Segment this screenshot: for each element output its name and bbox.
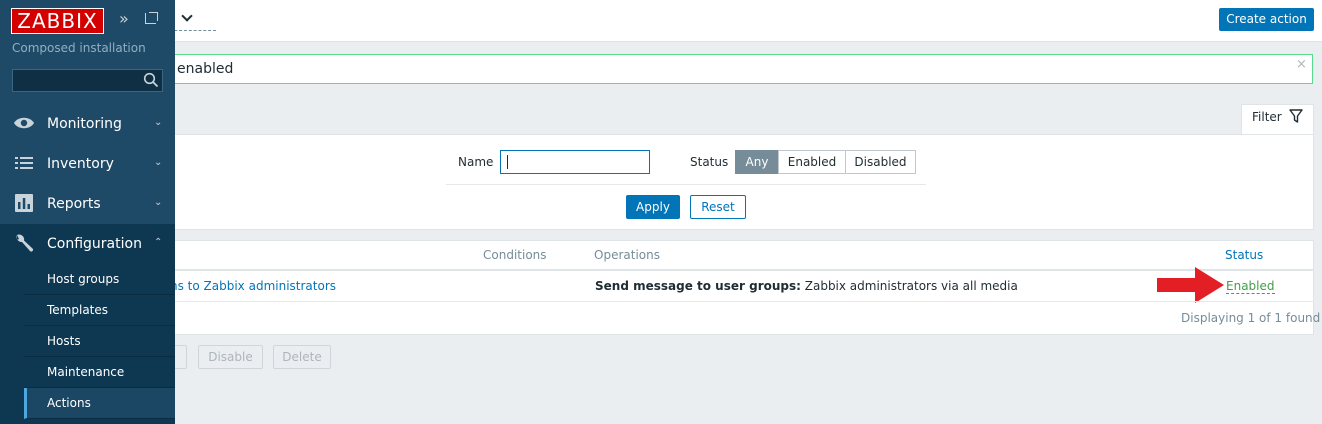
- status-option-enabled[interactable]: Enabled: [778, 150, 846, 174]
- submenu-item-actions[interactable]: Actions: [24, 388, 175, 419]
- red-arrow-annotation: [1157, 267, 1224, 303]
- filter-name-label: Name: [458, 155, 494, 169]
- chevron-down-icon: [181, 9, 193, 22]
- sidebar-item-inventory[interactable]: Inventory ⌄: [0, 144, 175, 184]
- sidebar-item-reports[interactable]: Reports ⌄: [0, 184, 175, 224]
- create-action-button[interactable]: Create action: [1219, 8, 1314, 31]
- sidebar-item-label: Inventory: [47, 156, 114, 172]
- operations-type: Send message to user groups:: [595, 279, 801, 293]
- server-name: Composed installation: [12, 41, 146, 55]
- submenu-item-host-groups[interactable]: Host groups: [24, 264, 175, 295]
- filter-divider: [446, 184, 926, 185]
- paging-info: Displaying 1 of 1 found: [1181, 311, 1321, 325]
- text-cursor: [507, 155, 508, 169]
- sidebar-item-label: Reports: [47, 196, 101, 212]
- operations-detail: Zabbix administrators via all media: [800, 279, 1018, 293]
- list-icon: [15, 157, 33, 169]
- apply-button[interactable]: Apply: [626, 195, 680, 219]
- kiosk-mode-icon[interactable]: [145, 12, 158, 24]
- submenu-item-label: Host groups: [47, 272, 120, 286]
- table-row-divider: [150, 301, 1314, 302]
- filter-icon[interactable]: [1289, 109, 1303, 123]
- submenu-item-hosts[interactable]: Hosts: [24, 326, 175, 357]
- reset-button[interactable]: Reset: [690, 195, 746, 219]
- chevron-up-icon: ⌃: [154, 237, 163, 248]
- sidebar-item-configuration[interactable]: Configuration ⌃: [0, 224, 175, 264]
- submenu-item-label: Maintenance: [47, 365, 125, 379]
- configuration-submenu: Host groups Templates Hosts Maintenance …: [24, 264, 175, 424]
- chevron-down-icon: ⌄: [154, 117, 163, 128]
- close-icon[interactable]: ×: [1296, 57, 1307, 72]
- submenu-item-label: Actions: [47, 396, 91, 410]
- filter-name-input[interactable]: [500, 150, 650, 174]
- chevron-down-icon: ⌄: [154, 157, 163, 168]
- tab-filter-label: Filter: [1252, 110, 1282, 124]
- delete-button[interactable]: Delete: [273, 345, 331, 369]
- disable-button[interactable]: Disable: [198, 345, 263, 369]
- sidebar-item-label: Configuration: [47, 236, 142, 252]
- submenu-item-templates[interactable]: Templates: [24, 295, 175, 326]
- wrench-icon: [16, 234, 34, 252]
- top-bar: [0, 0, 1322, 42]
- submenu-item-label: Hosts: [47, 334, 81, 348]
- column-header-conditions: Conditions: [483, 248, 547, 262]
- zabbix-logo[interactable]: ZABBIX: [12, 9, 103, 33]
- bar-chart-icon: [15, 194, 33, 212]
- sidebar-search-input[interactable]: [12, 69, 163, 92]
- status-option-any[interactable]: Any: [735, 150, 779, 174]
- search-icon[interactable]: [143, 72, 159, 88]
- status-toggle-link[interactable]: Enabled: [1226, 279, 1275, 294]
- collapse-sidebar-icon[interactable]: »: [119, 9, 129, 28]
- operations-cell: Send message to user groups: Zabbix admi…: [595, 279, 1018, 293]
- sidebar-item-label: Monitoring: [47, 116, 122, 132]
- column-header-status[interactable]: Status: [1225, 248, 1263, 262]
- status-option-disabled[interactable]: Disabled: [845, 150, 916, 174]
- column-header-operations: Operations: [594, 248, 660, 262]
- eye-icon: [14, 117, 34, 129]
- table-header-divider: [150, 269, 1314, 271]
- chevron-down-icon: ⌄: [154, 197, 163, 208]
- sidebar: ZABBIX » Composed installation Monitorin…: [0, 0, 175, 424]
- action-name-link[interactable]: ns to Zabbix administrators: [170, 279, 336, 293]
- filter-status-label: Status: [690, 155, 729, 169]
- sidebar-item-monitoring[interactable]: Monitoring ⌄: [0, 104, 175, 144]
- submenu-item-maintenance[interactable]: Maintenance: [24, 357, 175, 388]
- submenu-item-label: Templates: [47, 303, 109, 317]
- search-input-value: enabled: [177, 61, 234, 77]
- search-input[interactable]: [150, 54, 1313, 84]
